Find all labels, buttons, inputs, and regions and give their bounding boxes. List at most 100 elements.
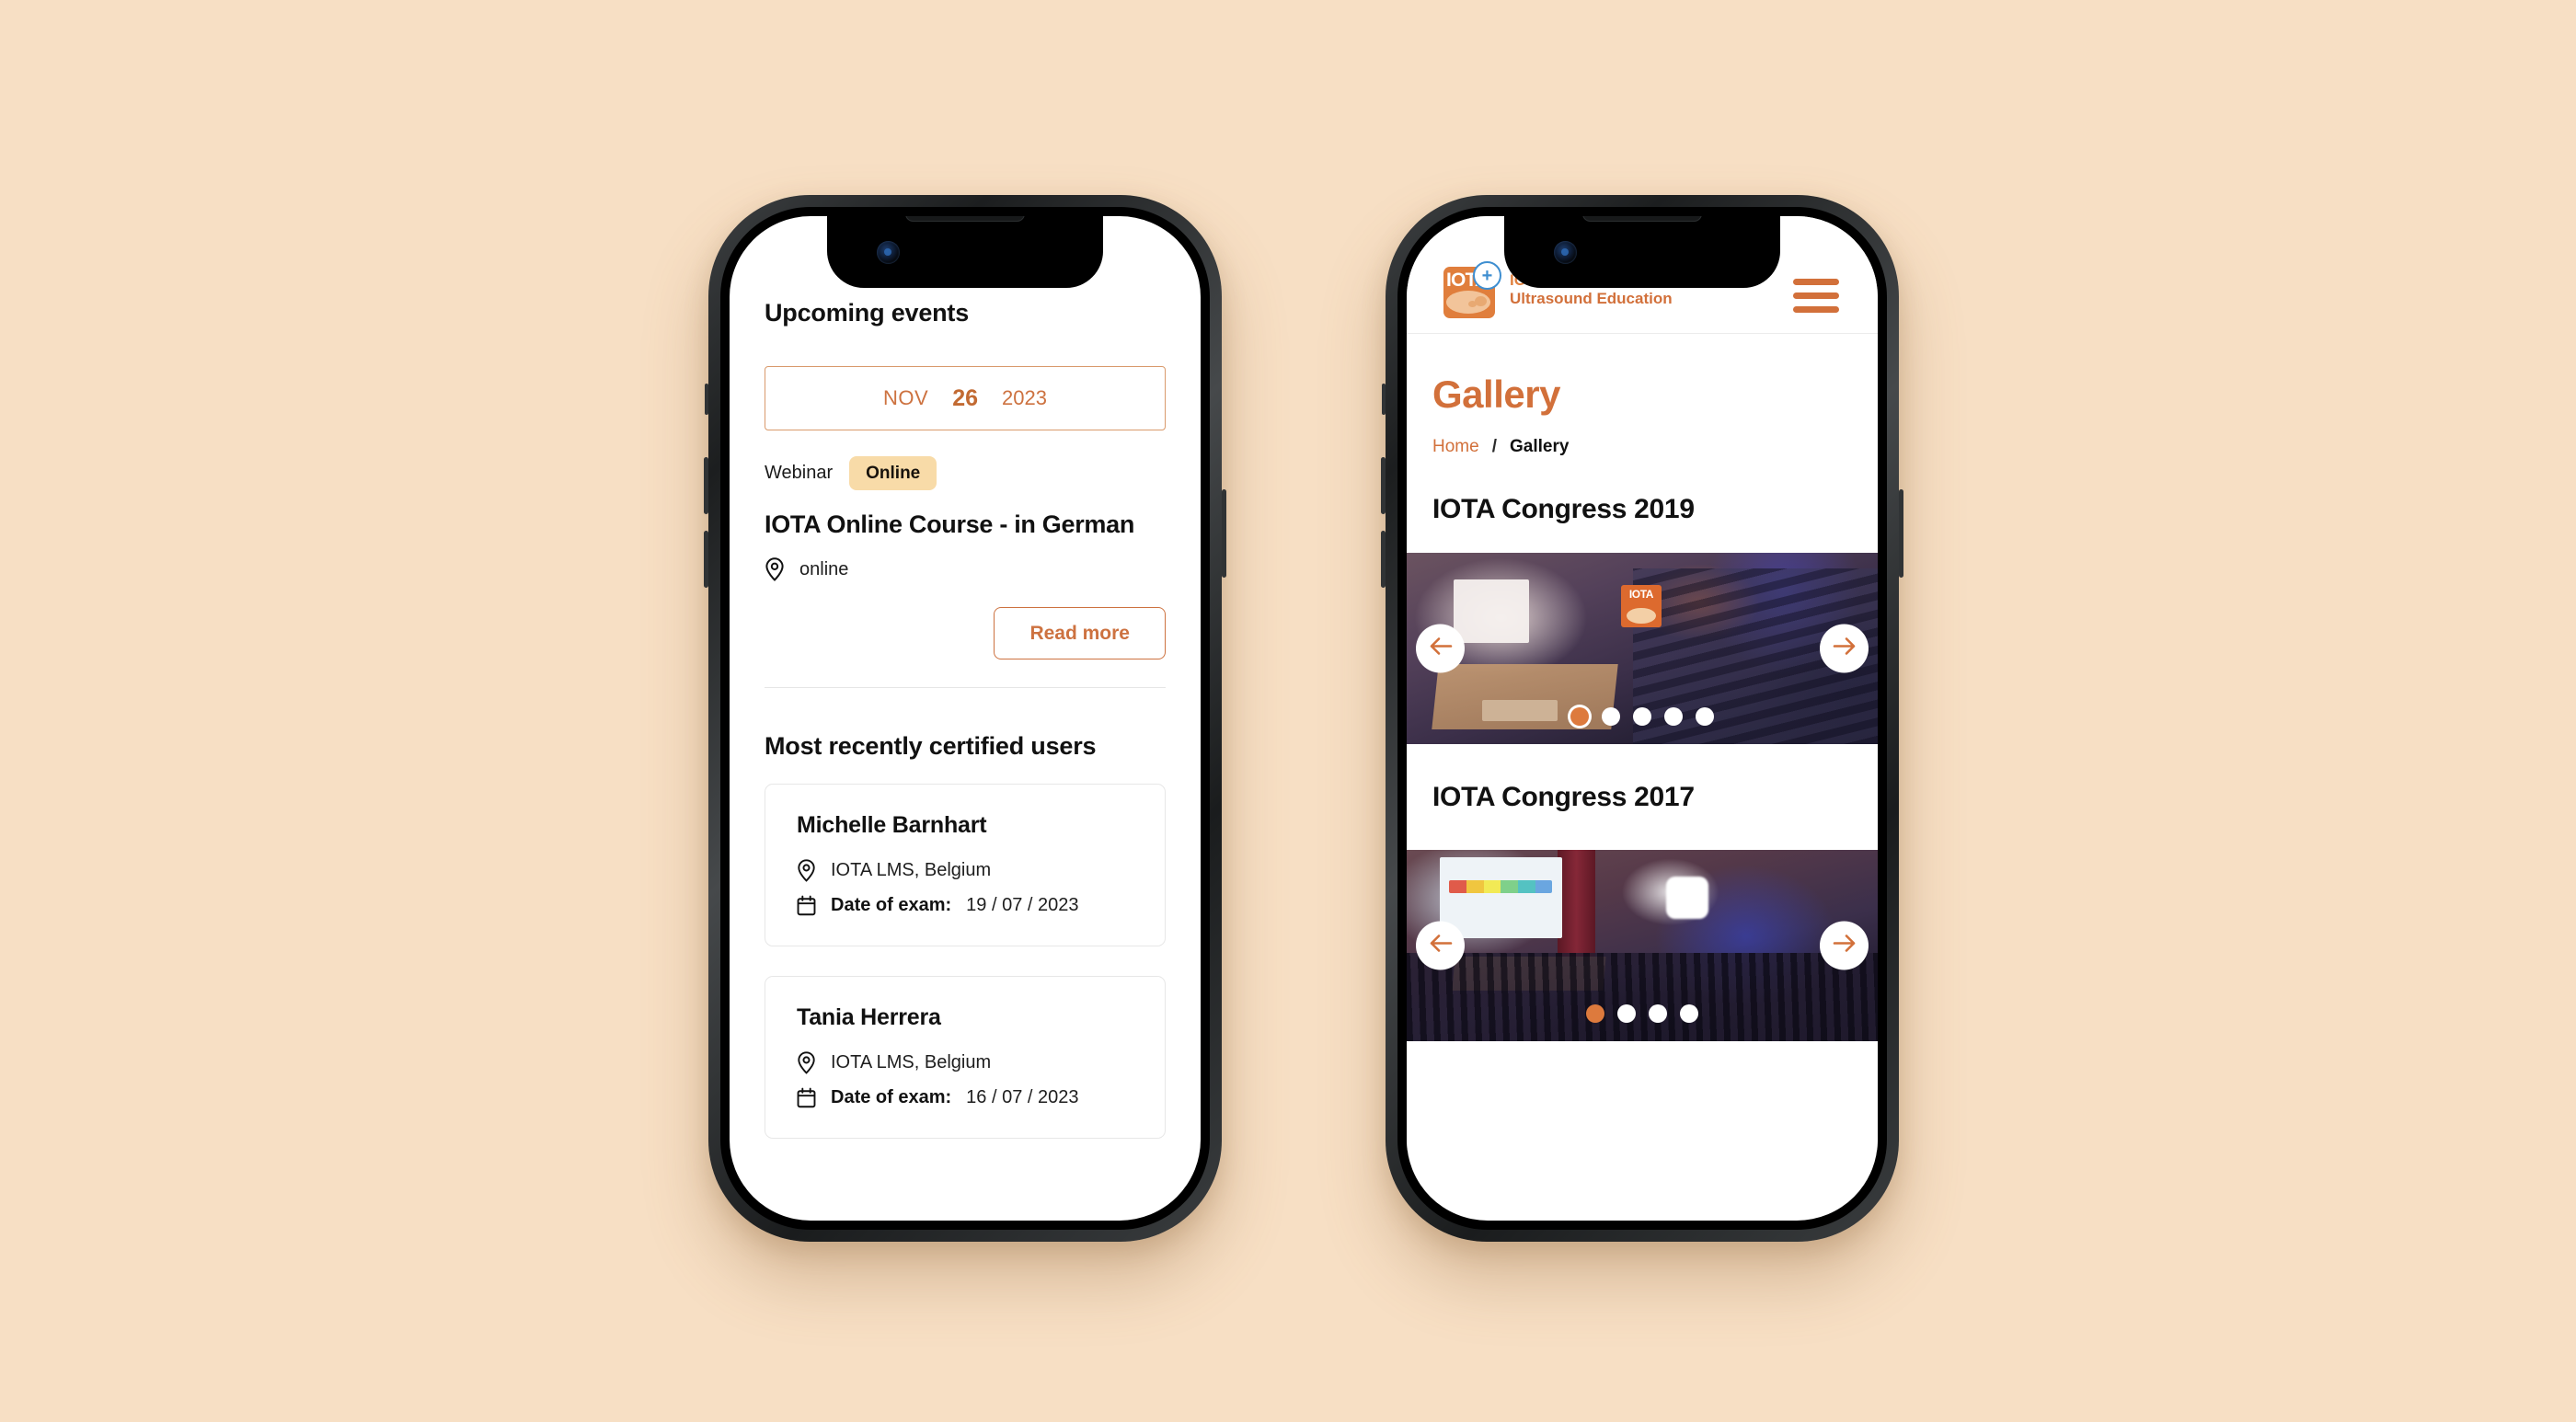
carousel-next-button[interactable] (1820, 624, 1869, 673)
arrow-right-icon (1833, 934, 1857, 958)
event-month: NOV (883, 386, 929, 409)
carousel-dot[interactable] (1617, 1004, 1636, 1023)
gallery-title-2019: IOTA Congress 2019 (1432, 494, 1695, 524)
user-exam-row: Date of exam: 19 / 07 / 2023 (797, 895, 1133, 916)
burger-bar (1793, 279, 1839, 285)
carousel-next-button[interactable] (1820, 921, 1869, 970)
event-location: online (799, 558, 849, 579)
carousel-dot[interactable] (1602, 707, 1620, 726)
event-day: 26 (952, 384, 979, 411)
calendar-icon (797, 1087, 816, 1108)
carousel-dot[interactable] (1696, 707, 1714, 726)
event-meta-row: Webinar Online (765, 456, 1166, 490)
user-card[interactable]: Michelle Barnhart IOTA LMS, Belgium Date… (765, 784, 1166, 946)
upcoming-events-section: Upcoming events NOV 26 2023 Webinar Onli… (730, 216, 1201, 1139)
carousel-dot[interactable] (1586, 1004, 1604, 1023)
section-divider (765, 687, 1166, 688)
earpiece-speaker (905, 216, 1025, 222)
user-location-row: IOTA LMS, Belgium (797, 1051, 1133, 1074)
notch (1504, 216, 1780, 288)
upcoming-events-title: Upcoming events (765, 299, 970, 327)
iota-stage-logo (1620, 585, 1662, 628)
gallery-carousel-2017[interactable] (1407, 850, 1878, 1041)
front-camera (1554, 241, 1577, 264)
phone-bezel-right: IOTA + IOTA Plus Ultrasound Educ (1397, 207, 1887, 1230)
arrow-left-icon (1429, 636, 1453, 661)
page-title: Gallery (1432, 373, 1560, 416)
stage-desk (1481, 700, 1558, 722)
breadcrumb-separator: / (1491, 437, 1497, 456)
event-year: 2023 (1002, 386, 1047, 409)
mute-switch (1382, 384, 1386, 415)
gallery-page-body: Gallery Home / Gallery IOTA Congress 201… (1407, 334, 1878, 553)
location-pin-icon (765, 557, 785, 581)
page-bottom-spacer (1407, 1041, 1878, 1152)
burger-bar (1793, 306, 1839, 313)
user-name: Tania Herrera (797, 1004, 941, 1030)
gallery-title-2017: IOTA Congress 2017 (1432, 781, 1695, 812)
carousel-dot[interactable] (1570, 707, 1589, 726)
screen-right: IOTA + IOTA Plus Ultrasound Educ (1407, 216, 1878, 1221)
status-badge: Online (849, 456, 937, 490)
carousel-dot[interactable] (1664, 707, 1683, 726)
carousel-dots-2019 (1570, 707, 1714, 726)
stage-curtain (1557, 850, 1595, 961)
read-more-row: Read more (765, 607, 1166, 659)
logo-line-2: Ultrasound Education (1510, 290, 1673, 307)
phone-mockup-right: IOTA + IOTA Plus Ultrasound Educ (1381, 195, 1903, 1242)
carousel-dot[interactable] (1680, 1004, 1698, 1023)
earpiece-speaker (1582, 216, 1702, 222)
breadcrumb-home-link[interactable]: Home (1432, 437, 1479, 457)
front-camera (877, 241, 900, 264)
breadcrumb-current: Gallery (1509, 437, 1570, 456)
phone-mockup-left: Upcoming events NOV 26 2023 Webinar Onli… (704, 195, 1226, 1242)
carousel-prev-button[interactable] (1416, 624, 1465, 673)
notch (827, 216, 1103, 288)
exam-date-label: Date of exam: (831, 895, 952, 915)
event-location-row: online (765, 557, 1166, 581)
event-date-box: NOV 26 2023 (765, 366, 1166, 430)
location-pin-icon (797, 1051, 816, 1074)
volume-down-button (704, 531, 708, 588)
hamburger-menu-icon[interactable] (1791, 273, 1841, 318)
mute-switch (705, 384, 708, 415)
user-exam-row: Date of exam: 16 / 07 / 2023 (797, 1087, 1133, 1108)
carousel-dot[interactable] (1633, 707, 1651, 726)
stage-light-panel (1665, 877, 1708, 919)
event-type: Webinar (765, 463, 834, 483)
calendar-icon (797, 895, 816, 916)
carousel-dot[interactable] (1649, 1004, 1667, 1023)
carousel-prev-button[interactable] (1416, 921, 1465, 970)
audience-seating (1407, 953, 1878, 1041)
exam-date-label: Date of exam: (831, 1087, 952, 1107)
user-card[interactable]: Tania Herrera IOTA LMS, Belgium Date of … (765, 976, 1166, 1139)
volume-down-button (1381, 531, 1386, 588)
read-more-button[interactable]: Read more (994, 607, 1166, 659)
certified-users-title: Most recently certified users (765, 732, 1097, 760)
power-button (1222, 489, 1226, 578)
logo-ellipse (1446, 291, 1490, 314)
projected-slide (1439, 857, 1562, 938)
arrow-right-icon (1833, 636, 1857, 661)
left-scroll-area[interactable]: Upcoming events NOV 26 2023 Webinar Onli… (730, 216, 1201, 1221)
carousel-dots-2017 (1586, 1004, 1698, 1023)
exam-date-value: 16 / 07 / 2023 (966, 1087, 1079, 1107)
right-scroll-area[interactable]: IOTA + IOTA Plus Ultrasound Educ (1407, 216, 1878, 1221)
iota-logo-icon: IOTA + (1443, 261, 1501, 318)
breadcrumb: Home / Gallery (1432, 437, 1852, 457)
arrow-left-icon (1429, 934, 1453, 958)
user-name: Michelle Barnhart (797, 812, 987, 838)
plus-badge-icon: + (1473, 261, 1501, 290)
projection-screen (1454, 579, 1530, 643)
screen-left: Upcoming events NOV 26 2023 Webinar Onli… (730, 216, 1201, 1221)
event-title: IOTA Online Course - in German (765, 510, 1135, 538)
power-button (1899, 489, 1903, 578)
gallery-title-band-2017: IOTA Congress 2017 (1407, 744, 1878, 850)
user-location: IOTA LMS, Belgium (831, 860, 992, 880)
canvas: Upcoming events NOV 26 2023 Webinar Onli… (0, 0, 2576, 1422)
burger-bar (1793, 292, 1839, 299)
volume-up-button (1381, 457, 1386, 514)
exam-date-value: 19 / 07 / 2023 (966, 895, 1079, 915)
location-pin-icon (797, 859, 816, 882)
gallery-carousel-2019[interactable] (1407, 553, 1878, 744)
